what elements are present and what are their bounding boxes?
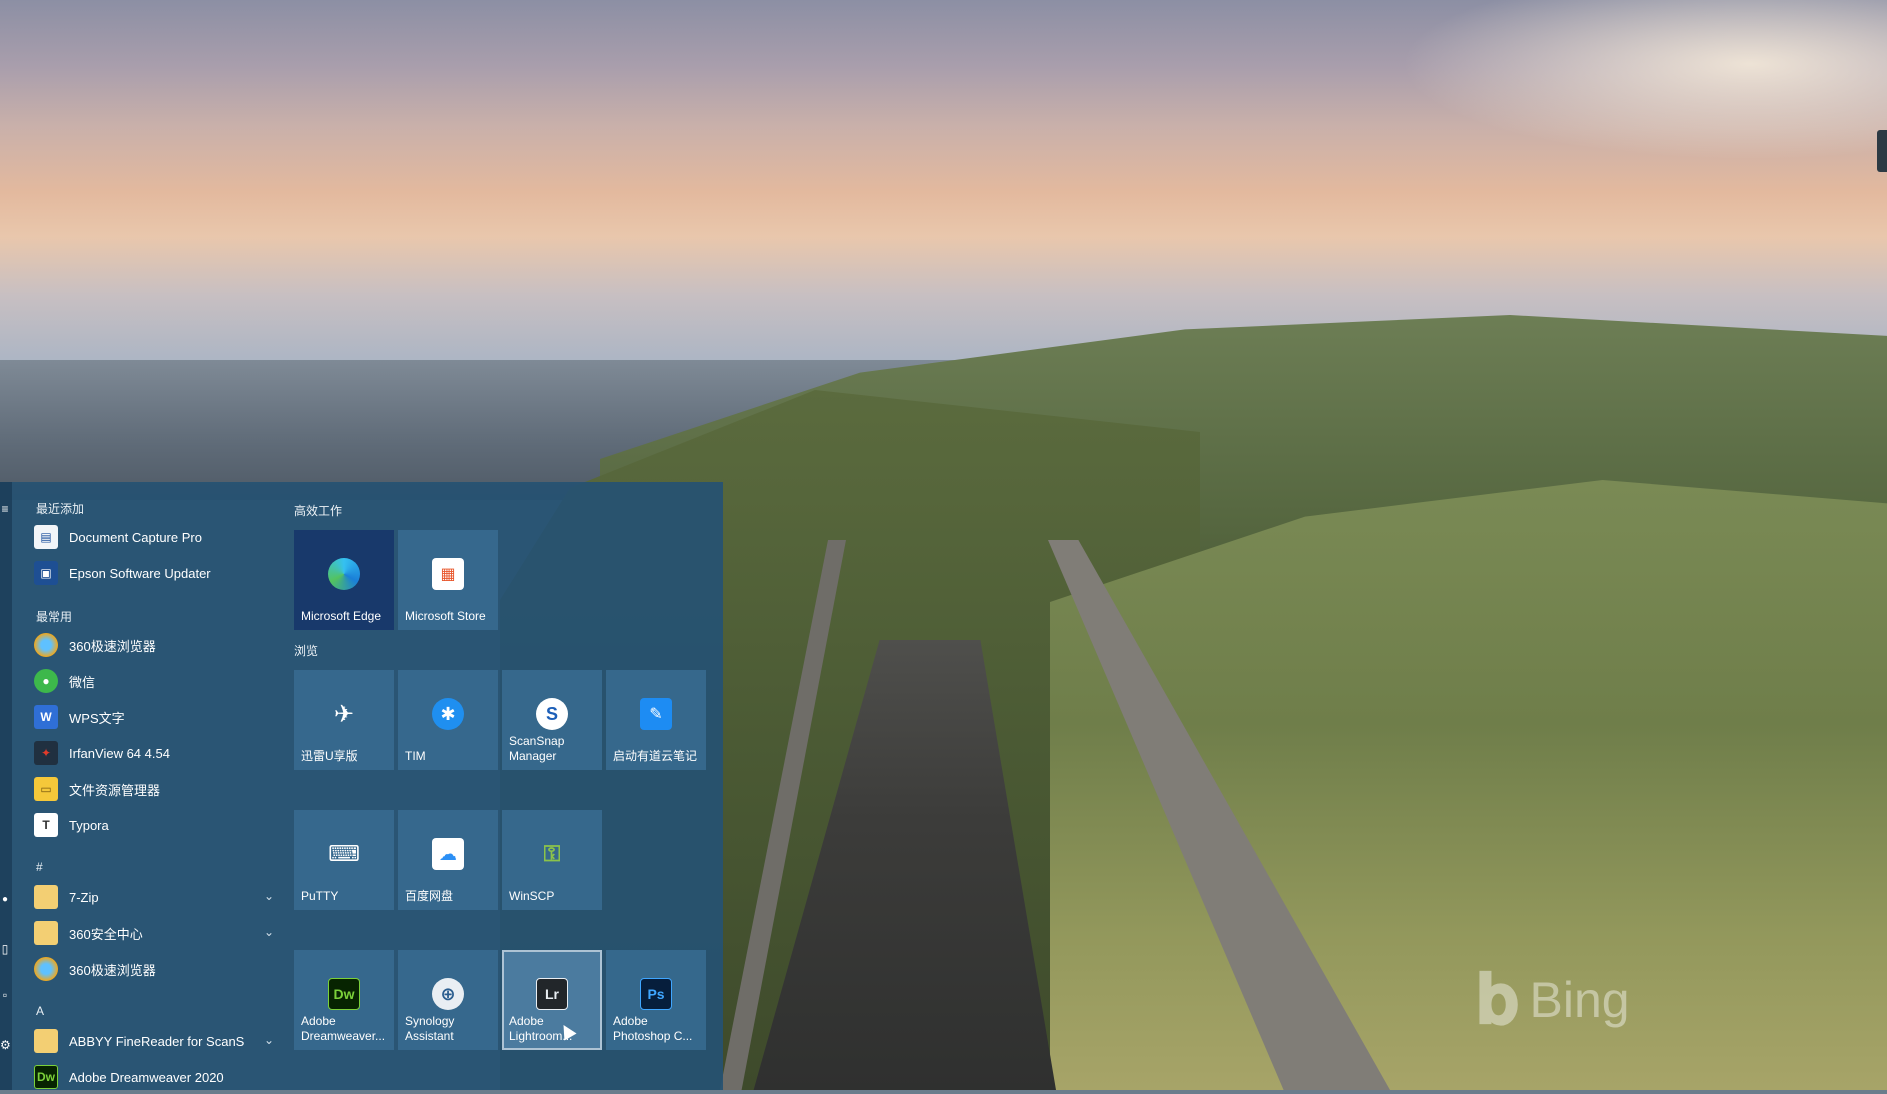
irfanview-icon: ✦ (34, 741, 58, 765)
start-menu-rail: ≡ ● ▯ ▫ ⚙ (0, 482, 12, 1090)
tile-group-title-browse[interactable]: 浏览 (294, 642, 318, 659)
baidu-netdisk-icon: ☁ (432, 838, 464, 870)
store-bag-icon: ▦ (432, 558, 464, 590)
xunlei-bird-icon: ✈ (333, 700, 355, 728)
section-header-hash[interactable]: # (36, 860, 43, 874)
tile-xunlei[interactable]: ✈ 迅雷U享版 (294, 670, 394, 770)
app-item-7zip[interactable]: 7-Zip ⌄ (34, 880, 274, 914)
app-item-epson-software-updater[interactable]: ▣ Epson Software Updater (34, 556, 274, 590)
section-header-most-used: 最常用 (36, 610, 73, 624)
app-item-wps[interactable]: W WPS文字 (34, 700, 274, 734)
pictures-icon[interactable]: ▫ (0, 988, 10, 1002)
folder-icon (34, 885, 58, 909)
app-item-typora[interactable]: T Typora (34, 808, 274, 842)
folder-icon (34, 921, 58, 945)
dreamweaver-icon: Dw (34, 1065, 58, 1089)
app-item-irfanview[interactable]: ✦ IrfanView 64 4.54 (34, 736, 274, 770)
edge-icon (328, 558, 360, 590)
tile-microsoft-store[interactable]: ▦ Microsoft Store (398, 530, 498, 630)
app-item-abbyy-finereader[interactable]: ABBYY FineReader for ScanSn... ⌄ (34, 1024, 274, 1058)
360-browser-icon (34, 957, 58, 981)
wallpaper-cloud (1400, 0, 1887, 160)
dreamweaver-icon: Dw (328, 978, 360, 1010)
section-header-a[interactable]: A (36, 1004, 44, 1018)
lightroom-icon: Lr (536, 978, 568, 1010)
tiles-area: 高效工作 Microsoft Edge ▦ Microsoft Store 浏览… (294, 482, 714, 1090)
user-avatar-icon[interactable]: ● (0, 894, 10, 905)
app-list: 最近添加 ▤ Document Capture Pro ▣ Epson Soft… (34, 482, 274, 1090)
section-header-recent: 最近添加 (36, 502, 85, 516)
scansnap-icon: S (536, 698, 568, 730)
app-item-360-browser-2[interactable]: 360极速浏览器 (34, 952, 274, 986)
tile-winscp[interactable]: ⚿ WinSCP (502, 810, 602, 910)
360-browser-icon (34, 633, 58, 657)
typora-icon: T (34, 813, 58, 837)
youdao-note-icon: ✎ (640, 698, 672, 730)
start-menu: ≡ ● ▯ ▫ ⚙ 最近添加 ▤ Document Capture Pro ▣ … (0, 482, 723, 1090)
tile-adobe-photoshop[interactable]: Ps Adobe Photoshop C... (606, 950, 706, 1050)
winscp-lock-icon: ⚿ (543, 841, 561, 866)
tile-baidu-netdisk[interactable]: ☁ 百度网盘 (398, 810, 498, 910)
settings-icon[interactable]: ⚙ (0, 1038, 11, 1052)
bing-logo-icon: 𝐛 (1476, 958, 1520, 1040)
tim-icon: ✱ (432, 698, 464, 730)
tile-synology-assistant[interactable]: ⊕ Synology Assistant (398, 950, 498, 1050)
app-item-file-explorer[interactable]: ▭ 文件资源管理器 (34, 772, 274, 806)
app-item-360-security[interactable]: 360安全中心 ⌄ (34, 916, 274, 950)
chevron-down-icon[interactable]: ⌄ (264, 889, 274, 903)
epson-updater-icon: ▣ (34, 561, 58, 585)
putty-icon: ⌨ (328, 841, 360, 866)
tile-microsoft-edge[interactable]: Microsoft Edge (294, 530, 394, 630)
chevron-down-icon[interactable]: ⌄ (264, 1033, 274, 1047)
document-capture-icon: ▤ (34, 525, 58, 549)
bing-watermark: 𝐛 Bing (1476, 958, 1630, 1041)
app-item-adobe-dreamweaver[interactable]: Dw Adobe Dreamweaver 2020 (34, 1060, 274, 1094)
tile-scansnap-manager[interactable]: S ScanSnap Manager (502, 670, 602, 770)
tile-group-title-productivity[interactable]: 高效工作 (294, 502, 342, 519)
synology-assistant-icon: ⊕ (432, 978, 464, 1010)
tile-adobe-dreamweaver[interactable]: Dw Adobe Dreamweaver... (294, 950, 394, 1050)
tile-tim[interactable]: ✱ TIM (398, 670, 498, 770)
chevron-down-icon[interactable]: ⌄ (264, 925, 274, 939)
documents-icon[interactable]: ▯ (0, 942, 10, 956)
app-item-wechat[interactable]: ● 微信 (34, 664, 274, 698)
wechat-icon: ● (34, 669, 58, 693)
tile-putty[interactable]: ⌨ PuTTY (294, 810, 394, 910)
photoshop-icon: Ps (640, 978, 672, 1010)
wps-icon: W (34, 705, 58, 729)
screen-edge-handle[interactable] (1877, 130, 1887, 172)
bing-watermark-text: Bing (1529, 971, 1630, 1028)
tile-youdao-note[interactable]: ✎ 启动有道云笔记 (606, 670, 706, 770)
app-item-360-browser[interactable]: 360极速浏览器 (34, 628, 274, 662)
app-item-document-capture-pro[interactable]: ▤ Document Capture Pro (34, 520, 274, 554)
tile-adobe-lightroom[interactable]: Lr Adobe Lightroom... (502, 950, 602, 1050)
file-explorer-icon: ▭ (34, 777, 58, 801)
folder-icon (34, 1029, 58, 1053)
hamburger-menu-icon[interactable]: ≡ (0, 502, 10, 516)
